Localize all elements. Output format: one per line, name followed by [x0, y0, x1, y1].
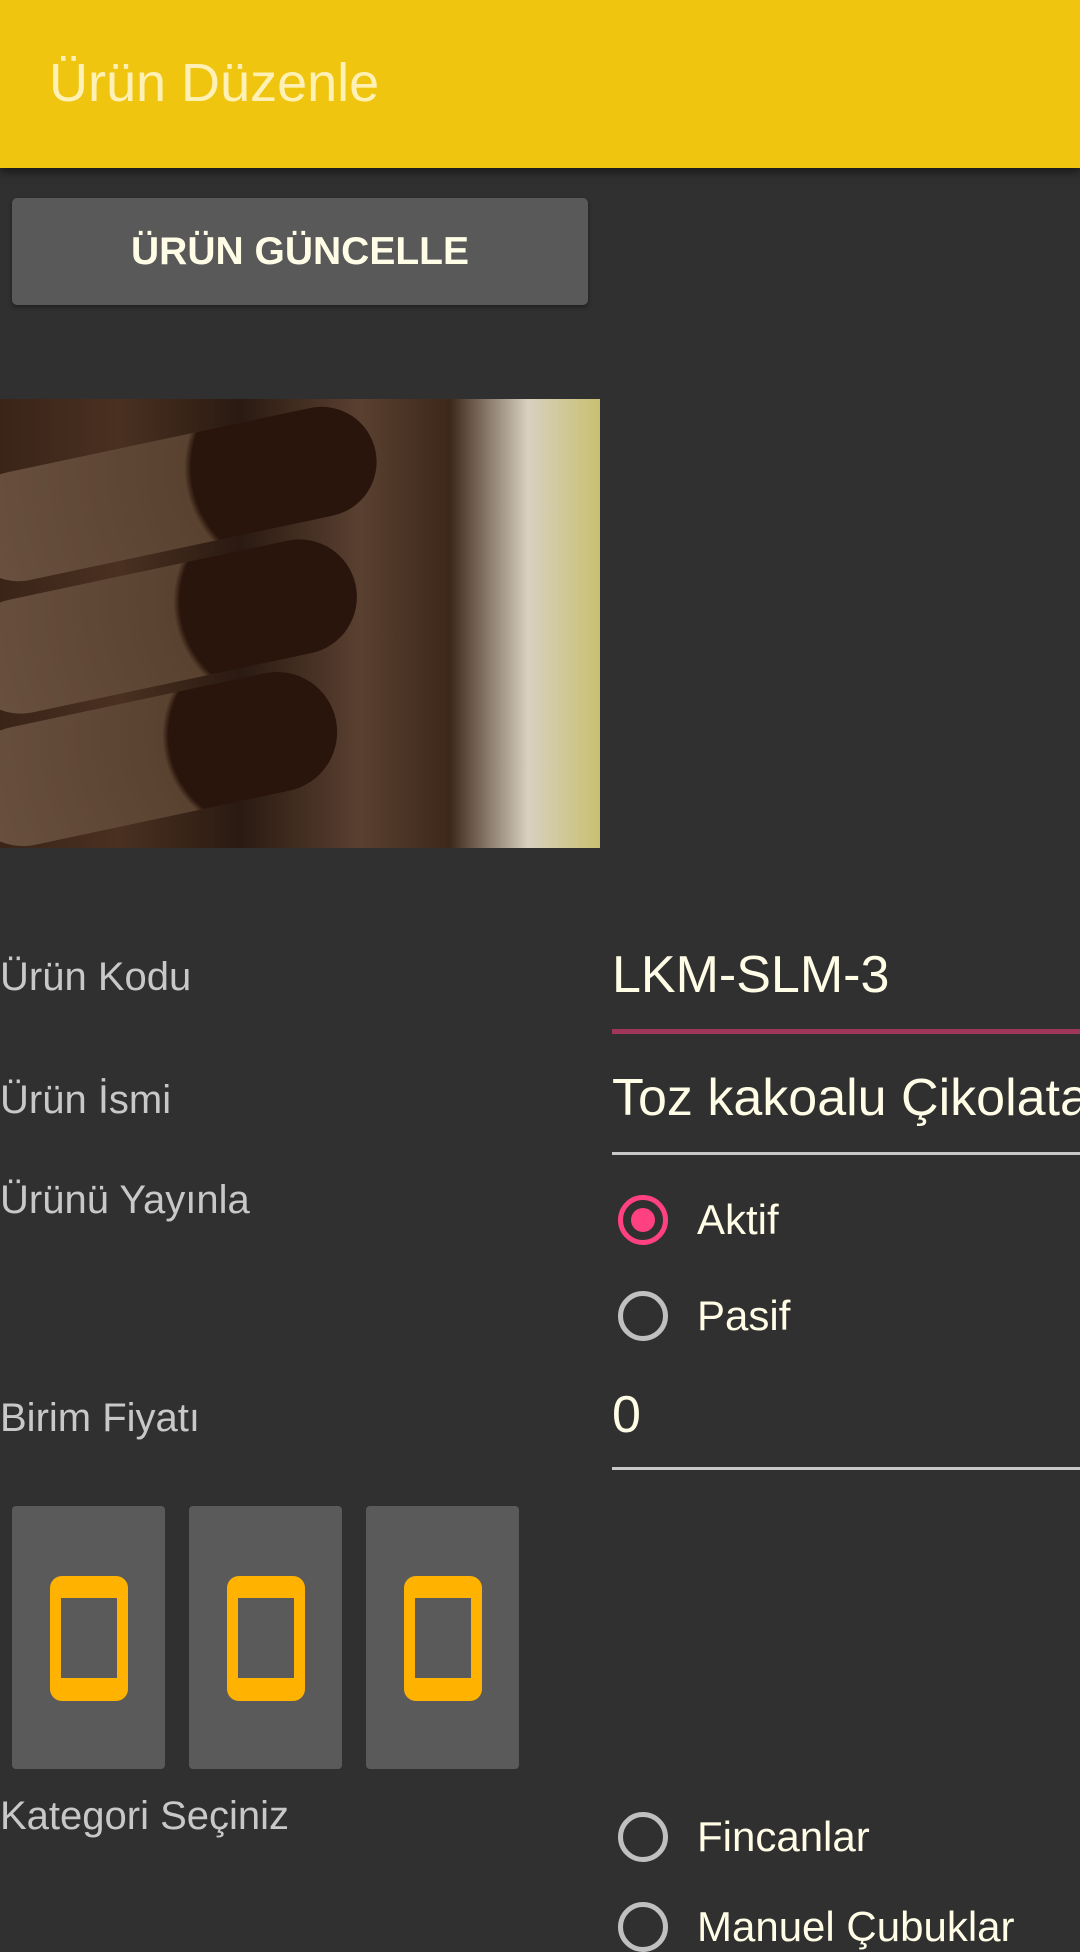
radio-checked-icon	[618, 1195, 668, 1245]
radio-unchecked-icon	[618, 1291, 668, 1341]
image-placeholder-icon	[404, 1576, 482, 1701]
publish-label: Ürünü Yayınla	[0, 1178, 250, 1222]
image-slot-3[interactable]	[366, 1506, 519, 1769]
radio-label: Aktif	[697, 1196, 779, 1243]
product-code-label: Ürün Kodu	[0, 955, 192, 999]
radio-label: Pasif	[697, 1292, 791, 1339]
page-title: Ürün Düzenle	[49, 53, 380, 113]
radio-label: Fincanlar	[697, 1813, 870, 1860]
product-name-label: Ürün İsmi	[0, 1078, 172, 1122]
radio-category-2[interactable]: Manuel Çubuklar	[618, 1902, 1015, 1952]
image-slot-1[interactable]	[12, 1506, 165, 1769]
radio-unchecked-icon	[618, 1812, 668, 1862]
radio-label: Manuel Çubuklar	[697, 1903, 1015, 1950]
input-underline	[612, 1029, 1080, 1034]
radio-aktif[interactable]: Aktif	[618, 1195, 779, 1245]
input-underline	[612, 1467, 1080, 1470]
app-bar: Ürün Düzenle	[0, 0, 1080, 168]
radio-category-fincanlar[interactable]: Fincanlar	[618, 1812, 870, 1862]
price-label: Birim Fiyatı	[0, 1396, 200, 1440]
product-image[interactable]	[0, 399, 600, 848]
image-placeholder-icon	[50, 1576, 128, 1701]
update-product-button[interactable]: ÜRÜN GÜNCELLE	[12, 198, 588, 305]
image-slot-2[interactable]	[189, 1506, 342, 1769]
product-code-input[interactable]: LKM-SLM-3	[612, 945, 1080, 1035]
radio-pasif[interactable]: Pasif	[618, 1291, 790, 1341]
input-underline	[612, 1152, 1080, 1155]
price-value: 0	[612, 1386, 641, 1444]
price-input[interactable]: 0	[612, 1385, 1080, 1473]
product-name-input[interactable]: Toz kakoalu Çikolatalı	[612, 1068, 1080, 1156]
product-code-value: LKM-SLM-3	[612, 946, 890, 1004]
category-label: Kategori Seçiniz	[0, 1794, 290, 1838]
image-placeholder-icon	[227, 1576, 305, 1701]
radio-unchecked-icon	[618, 1902, 668, 1952]
product-name-value: Toz kakoalu Çikolatalı	[612, 1069, 1080, 1127]
